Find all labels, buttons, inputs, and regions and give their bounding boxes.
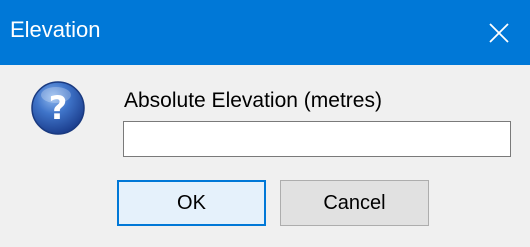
elevation-prompt-label: Absolute Elevation (metres) — [124, 89, 382, 112]
title-bar[interactable]: Elevation — [0, 0, 530, 65]
elevation-input[interactable] — [123, 121, 511, 157]
cancel-button[interactable]: Cancel — [280, 180, 429, 226]
ok-button[interactable]: OK — [117, 180, 266, 226]
question-icon: ? — [31, 81, 85, 135]
svg-text:?: ? — [49, 89, 68, 127]
elevation-dialog: Elevation ? Absolute Elevation (metres) … — [0, 0, 530, 247]
window-title: Elevation — [10, 17, 101, 42]
close-button[interactable] — [468, 0, 530, 65]
close-icon — [489, 22, 509, 43]
